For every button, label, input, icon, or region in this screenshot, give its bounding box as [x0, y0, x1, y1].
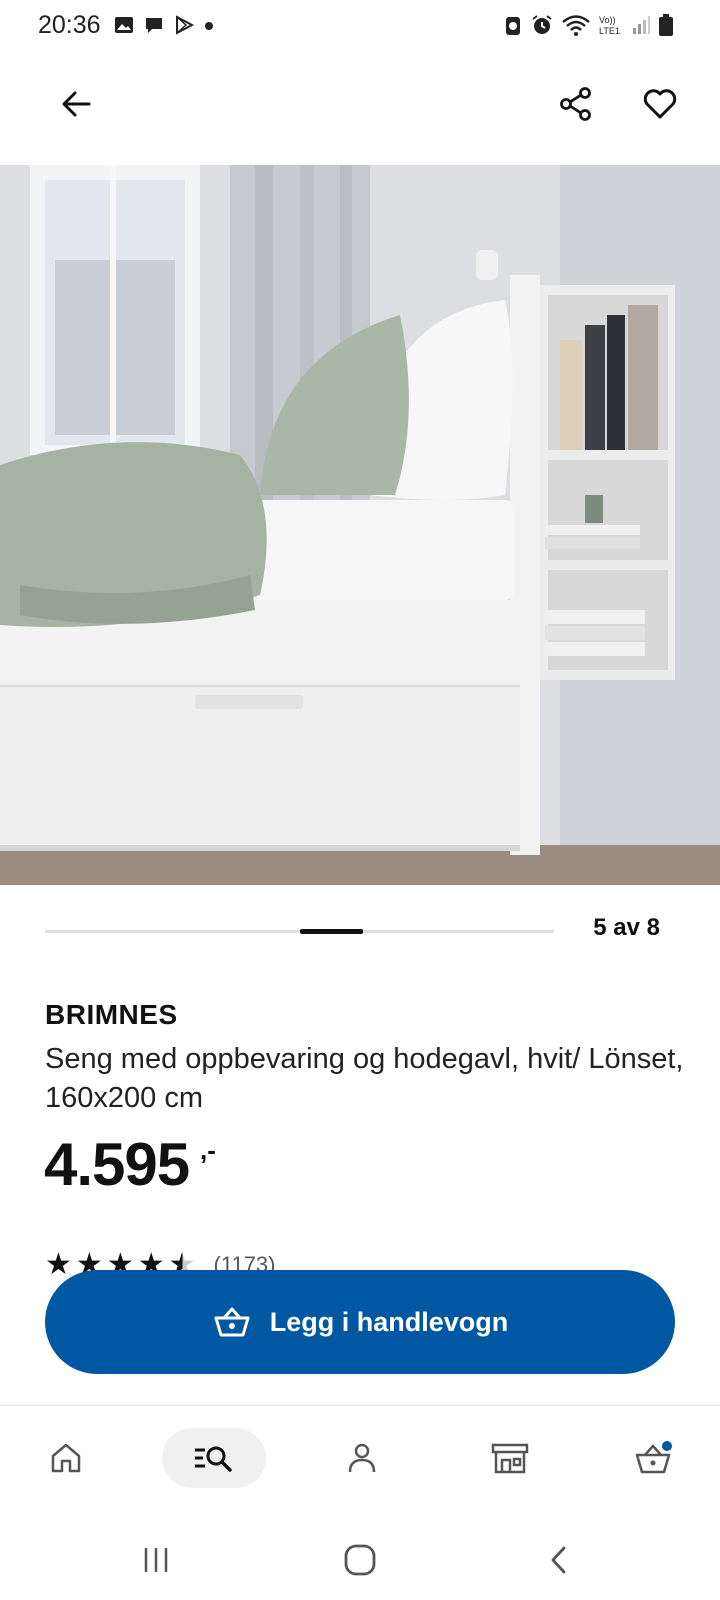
- message-icon: [146, 18, 162, 33]
- price-suffix: ,-: [200, 1135, 216, 1165]
- nav-search[interactable]: [162, 1428, 266, 1488]
- nav-store[interactable]: [458, 1428, 562, 1488]
- back-system-button[interactable]: [530, 1536, 590, 1584]
- cart-badge: [662, 1441, 672, 1451]
- system-nav-bar: [0, 1516, 720, 1600]
- product-name: BRIMNES: [45, 999, 178, 1030]
- nav-home[interactable]: [14, 1428, 118, 1488]
- arrow-left-icon: [62, 91, 91, 117]
- status-time: 20:36: [38, 11, 101, 39]
- basket-icon: [214, 1307, 250, 1337]
- top-bar: [0, 62, 720, 146]
- nav-profile[interactable]: [310, 1428, 414, 1488]
- heart-icon: [643, 89, 677, 119]
- add-to-cart-label: Legg i handlevogn: [269, 1306, 509, 1337]
- bottom-nav: [0, 1406, 720, 1516]
- back-button[interactable]: [48, 76, 104, 132]
- back-chevron-icon: [551, 1546, 566, 1574]
- dot-icon: [205, 22, 213, 30]
- search-icon: [195, 1446, 232, 1472]
- recents-icon: [144, 1548, 168, 1572]
- share-button[interactable]: [548, 76, 604, 132]
- data-saver-icon: [506, 17, 520, 35]
- product-photo: [0, 165, 720, 885]
- profile-icon: [348, 1443, 376, 1473]
- favorite-button[interactable]: [632, 76, 688, 132]
- status-bar: 20:36 Vo)) LTE1: [0, 0, 720, 52]
- play-store-icon: [176, 15, 195, 35]
- volte-icon: Vo))LTE1: [599, 15, 620, 36]
- home-system-button[interactable]: [330, 1536, 390, 1584]
- nav-cart[interactable]: [602, 1428, 706, 1488]
- svg-text:LTE1: LTE1: [599, 26, 620, 36]
- cart-icon: [635, 1441, 672, 1474]
- gallery-icon: [115, 17, 133, 33]
- recents-button[interactable]: [126, 1536, 186, 1584]
- battery-icon: [659, 14, 673, 36]
- svg-text:Vo)): Vo)): [599, 15, 616, 25]
- store-icon: [491, 1443, 529, 1474]
- carousel-thumb: [300, 929, 363, 934]
- wifi-icon: [562, 15, 590, 36]
- star-icon: ★: [45, 1248, 72, 1281]
- product-image[interactable]: [0, 165, 720, 885]
- alarm-icon: [532, 15, 552, 34]
- add-to-cart-button[interactable]: Legg i handlevogn: [45, 1270, 675, 1374]
- share-icon: [560, 87, 591, 121]
- product-price: 4.595: [44, 1131, 190, 1198]
- home-circle-icon: [344, 1544, 376, 1576]
- signal-icon: [633, 16, 650, 34]
- home-icon: [51, 1443, 81, 1473]
- carousel-counter: 5 av 8: [593, 914, 660, 941]
- image-carousel-indicator: 5 av 8: [45, 905, 675, 945]
- product-description: Seng med oppbevaring og hodegavl, hvit/ …: [45, 1043, 684, 1114]
